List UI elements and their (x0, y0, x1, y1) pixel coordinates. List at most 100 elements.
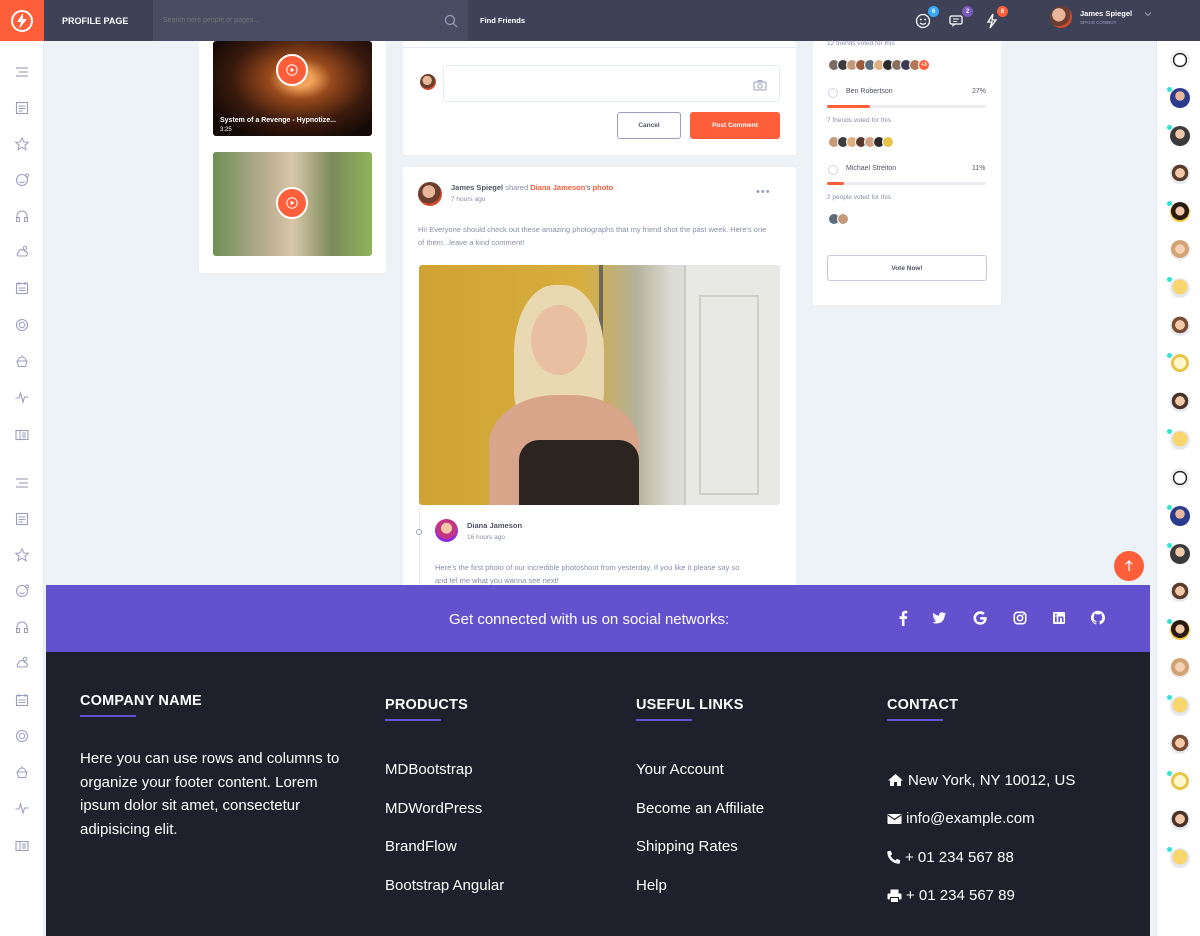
friend-requests-button[interactable]: 6 (914, 6, 939, 31)
friend-avatar[interactable] (1170, 658, 1190, 678)
footer-link[interactable]: MDBootstrap (385, 761, 504, 800)
weather-icon[interactable] (14, 244, 30, 260)
scroll-to-top-button[interactable] (1114, 551, 1144, 581)
target-icon[interactable] (14, 728, 30, 744)
friend-avatar[interactable] (1170, 544, 1190, 564)
contact-email-text[interactable]: info@example.com (906, 810, 1035, 827)
friend-avatar[interactable] (1170, 810, 1190, 830)
chevron-down-icon[interactable] (1144, 10, 1152, 18)
happy-face-icon[interactable] (14, 172, 30, 188)
widget-icon[interactable] (14, 427, 30, 443)
messages-button[interactable]: 2 (948, 6, 973, 31)
voters-facepile[interactable] (828, 136, 894, 148)
footer-link[interactable]: Shipping Rates (636, 838, 764, 877)
more-voters-badge[interactable]: +3 (918, 59, 930, 71)
happy-face-icon[interactable] (14, 583, 30, 599)
headphones-icon[interactable] (14, 208, 30, 224)
post-object-link[interactable]: photo (593, 183, 614, 192)
target-icon[interactable] (14, 317, 30, 333)
find-friends-link[interactable]: Find Friends (480, 16, 525, 25)
newsfeed-icon[interactable] (14, 100, 30, 116)
calendar-icon[interactable] (14, 280, 30, 296)
friend-avatar[interactable] (1170, 240, 1190, 260)
poll-radio[interactable] (828, 88, 838, 98)
menu-icon[interactable] (14, 475, 30, 491)
avatar[interactable] (435, 519, 458, 542)
post-comment-button[interactable]: Post Comment (690, 112, 780, 139)
google-icon[interactable] (972, 609, 988, 627)
friend-avatar[interactable] (1170, 316, 1190, 336)
footer-link[interactable]: MDWordPress (385, 800, 504, 839)
footer-link[interactable]: Bootstrap Angular (385, 877, 504, 916)
search-bar[interactable] (153, 0, 468, 41)
footer-link[interactable]: Help (636, 877, 764, 916)
video-title[interactable]: System of a Revenge - Hypnotize... (220, 117, 336, 124)
poll-radio[interactable] (828, 165, 838, 175)
video-thumbnail[interactable]: System of a Revenge - Hypnotize... 3:25 (213, 41, 372, 136)
cancel-button[interactable]: Cancel (617, 112, 681, 139)
calendar-icon[interactable] (14, 692, 30, 708)
twitter-icon[interactable] (931, 609, 947, 627)
friend-avatar[interactable] (1170, 202, 1190, 222)
video-thumbnail[interactable] (213, 152, 372, 256)
vote-now-button[interactable]: Vote Now! (827, 255, 987, 281)
friend-avatar[interactable] (1170, 848, 1190, 868)
site-logo[interactable] (0, 0, 44, 41)
star-icon[interactable] (14, 547, 30, 563)
friend-avatar[interactable] (1170, 88, 1190, 108)
friend-avatar[interactable] (1170, 430, 1190, 450)
avatar[interactable] (1050, 6, 1072, 28)
friend-avatar[interactable] (1170, 50, 1190, 70)
voters-facepile[interactable] (828, 213, 849, 225)
friend-avatar[interactable] (1170, 734, 1190, 754)
comment-author[interactable]: Diana Jameson (467, 521, 522, 530)
search-icon[interactable] (444, 14, 458, 28)
friend-avatar[interactable] (1170, 696, 1190, 716)
cupcake-icon[interactable] (14, 353, 30, 369)
friend-avatar[interactable] (1170, 620, 1190, 640)
contact-phone[interactable]: + 01 234 567 88 (887, 838, 1075, 877)
cupcake-icon[interactable] (14, 764, 30, 780)
headphones-icon[interactable] (14, 619, 30, 635)
friend-avatar[interactable] (1170, 278, 1190, 298)
poll-option-name[interactable]: Ben Robertson (846, 88, 893, 95)
voters-facepile[interactable]: +3 (828, 59, 930, 71)
post-friend-link[interactable]: Diana Jameson (530, 183, 585, 192)
post-author[interactable]: James Spiegel (451, 183, 503, 192)
search-input[interactable] (163, 17, 423, 24)
contact-email[interactable]: info@example.com (887, 800, 1075, 839)
footer-link[interactable]: BrandFlow (385, 838, 504, 877)
star-icon[interactable] (14, 136, 30, 152)
post-photo[interactable] (419, 265, 780, 505)
contact-phone-text[interactable]: + 01 234 567 88 (905, 849, 1014, 866)
friend-avatar[interactable] (1170, 582, 1190, 602)
pulse-icon[interactable] (14, 389, 30, 405)
newsfeed-icon[interactable] (14, 511, 30, 527)
avatar[interactable] (418, 182, 442, 206)
footer-link[interactable]: Your Account (636, 761, 764, 800)
play-button[interactable] (276, 54, 308, 86)
activity-button[interactable]: 8 (983, 6, 1008, 31)
poll-option-name[interactable]: Michael Streiton (846, 165, 896, 172)
instagram-icon[interactable] (1012, 609, 1028, 627)
friend-avatar[interactable] (1170, 164, 1190, 184)
friend-avatar[interactable] (1170, 354, 1190, 374)
pulse-icon[interactable] (14, 800, 30, 816)
camera-icon[interactable] (753, 79, 767, 91)
linkedin-icon[interactable] (1051, 609, 1067, 627)
footer-link[interactable]: Become an Affiliate (636, 800, 764, 839)
friend-avatar[interactable] (1170, 506, 1190, 526)
user-menu[interactable]: James Spiegel SPACE COWBOY (1050, 6, 1152, 28)
friend-avatar[interactable] (1170, 772, 1190, 792)
friend-avatar[interactable] (1170, 468, 1190, 488)
menu-icon[interactable] (14, 64, 30, 80)
play-button[interactable] (276, 187, 308, 219)
friend-avatar[interactable] (1170, 126, 1190, 146)
weather-icon[interactable] (14, 655, 30, 671)
facebook-icon[interactable] (895, 609, 911, 627)
comment-textarea[interactable] (443, 65, 780, 102)
friend-avatar[interactable] (1170, 392, 1190, 412)
more-options-icon[interactable]: ••• (756, 186, 771, 198)
widget-icon[interactable] (14, 838, 30, 854)
github-icon[interactable] (1090, 609, 1106, 627)
